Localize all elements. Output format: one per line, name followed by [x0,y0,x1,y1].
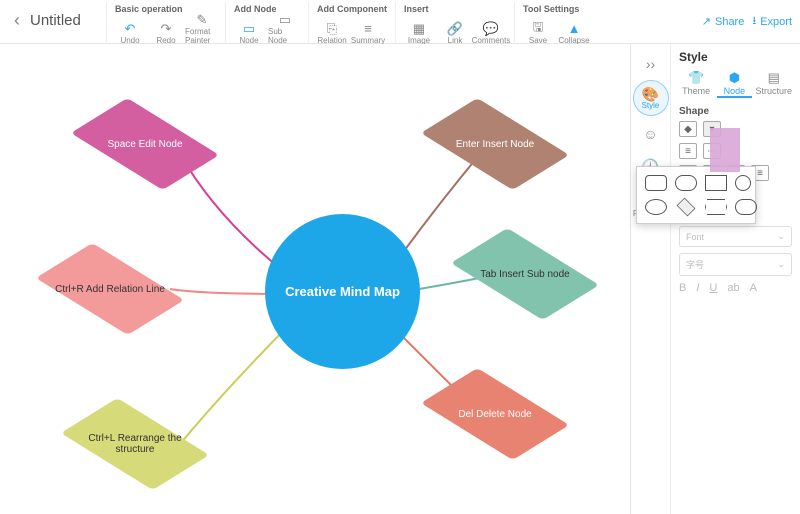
redo-icon: ↷ [161,21,172,36]
shape-pill[interactable] [675,175,697,191]
save-icon: 🖫 [532,21,543,36]
toolbar-group: Add Component⎘Relation≡Summary [308,2,395,45]
toolbar-comments[interactable]: 💬Comments [474,15,508,45]
collapse-panel-icon[interactable]: ›› [640,50,661,78]
style-panel: ›› 🎨Style☺🕘History🔧Feedback Style 👕Theme… [630,44,800,514]
panel-tabs: 👕Theme⬢Node▤Structure [679,70,792,98]
sub-node-icon: ▭ [279,12,291,27]
shape-rect[interactable] [705,175,727,191]
toolbar-node[interactable]: ▭Node [232,15,266,45]
toolbar-sub-node[interactable]: ▭Sub Node [268,15,302,45]
toolbar-image[interactable]: ▦Image [402,15,436,45]
panel-tab-structure[interactable]: ▤Structure [756,70,793,98]
shape-ellipse[interactable] [645,199,667,215]
italic-button[interactable]: I [696,282,699,294]
node-n6[interactable]: Del Delete Node [430,374,560,454]
toolbar-format-painter[interactable]: ✎Format Painter [185,15,219,45]
shape-hex[interactable] [705,199,727,215]
format-painter-icon: ✎ [197,12,208,27]
export-button[interactable]: ⭳Export [752,12,792,31]
toolbar-group: Tool Settings🖫Save▲Collapse [514,2,597,45]
node-n5[interactable]: Tab Insert Sub node [460,234,590,314]
panel-rail: ›› 🎨Style☺🕘History🔧Feedback [631,44,671,514]
toolbar-group-label: Tool Settings [521,2,591,15]
link-icon: 🔗 [447,21,463,36]
top-toolbar: ‹ Untitled Basic operation↶Undo↷Redo✎For… [0,0,800,44]
node-n2[interactable]: Ctrl+R Add Relation Line [45,249,175,329]
fill-color-button[interactable]: ◆ [679,121,697,137]
toolbar-group-label: Add Component [315,2,389,15]
center-node[interactable]: Creative Mind Map [265,214,420,369]
toolbar-link[interactable]: 🔗Link [438,15,472,45]
node-icon: ▭ [243,21,255,36]
shape-circle[interactable] [735,175,751,191]
font-family-select[interactable]: Font⌄ [679,226,792,247]
toolbar-group-label: Add Node [232,2,302,15]
node-n1[interactable]: Space Edit Node [80,104,210,184]
toolbar-group-label: Insert [402,2,508,15]
document-title[interactable]: Untitled [26,2,106,29]
font-size-select[interactable]: 字号⌄ [679,253,792,276]
toolbar-collapse[interactable]: ▲Collapse [557,15,591,45]
shape-section-label: Shape [679,106,792,117]
toolbar-save[interactable]: 🖫Save [521,15,555,45]
rail-item1[interactable]: ☺ [633,116,669,152]
strike-button[interactable]: ab [727,282,739,294]
toolbar-group: Basic operation↶Undo↷Redo✎Format Painter [106,2,225,45]
share-button[interactable]: ↗Share [702,15,745,28]
shape-popup [636,166,756,224]
shape-diamond[interactable] [677,198,696,217]
export-icon: ⭳ [752,12,756,31]
toolbar-redo[interactable]: ↷Redo [149,15,183,45]
node-n3[interactable]: Ctrl+L Rearrange the structure [70,404,200,484]
toolbar-undo[interactable]: ↶Undo [113,15,147,45]
panel-title: Style [679,50,792,64]
toolbar-relation[interactable]: ⎘Relation [315,15,349,45]
summary-icon: ≡ [364,21,372,36]
toolbar-summary[interactable]: ≡Summary [351,15,385,45]
share-icon: ↗ [702,15,711,28]
panel-tab-node[interactable]: ⬢Node [717,70,751,98]
shape-rounded-rect[interactable] [645,175,667,191]
panel-tab-theme[interactable]: 👕Theme [679,70,713,98]
underline-button[interactable]: U [709,282,717,294]
collapse-icon: ▲ [568,21,581,36]
toolbar-group: Insert▦Image🔗Link💬Comments [395,2,514,45]
relation-icon: ⎘ [327,21,337,36]
bold-button[interactable]: B [679,282,686,294]
toolbar-group: Add Node▭Node▭Sub Node [225,2,308,45]
shape-stadium[interactable] [735,199,757,215]
font-color-button[interactable]: A [750,282,757,294]
undo-icon: ↶ [125,21,136,36]
tutorial-arrow [710,128,740,172]
mindmap-canvas[interactable]: Creative Mind Map Space Edit Node Ctrl+R … [0,44,630,514]
border-width-button[interactable]: ≡ [679,143,697,159]
rail-style[interactable]: 🎨Style [633,80,669,116]
back-button[interactable]: ‹ [8,2,26,39]
node-n4[interactable]: Enter Insert Node [430,104,560,184]
comments-icon: 💬 [483,21,499,36]
image-icon: ▦ [413,21,425,36]
